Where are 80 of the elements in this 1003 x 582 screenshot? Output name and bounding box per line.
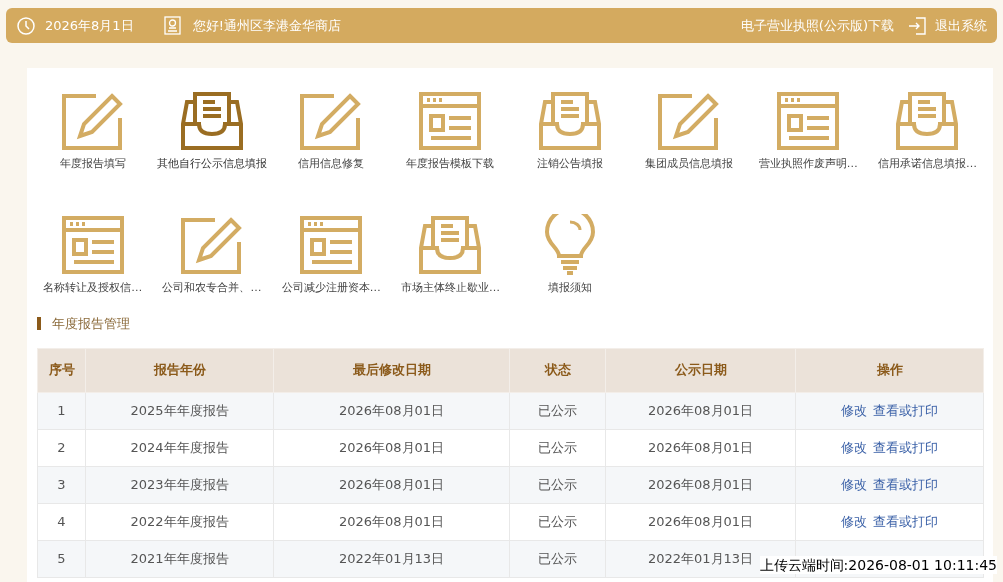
action-link[interactable]: 查看或打印: [873, 476, 938, 492]
shortcut-tile[interactable]: 营业执照作废声明…: [748, 90, 868, 194]
table-cell: 2026年08月01日: [273, 392, 510, 429]
upload-time-overlay: 上传云端时间:2026-08-01 10:11:45: [759, 556, 997, 574]
shortcut-tile[interactable]: 其他自行公示信息填报: [152, 90, 272, 194]
action-link[interactable]: 查看或打印: [873, 439, 938, 455]
action-link[interactable]: 修改: [841, 476, 867, 492]
table-cell: 2026年08月01日: [273, 429, 510, 466]
shortcut-label: 其他自行公示信息填报: [155, 156, 268, 171]
shortcut-tile[interactable]: 注销公告填报: [510, 90, 630, 194]
table-cell: 2023年年度报告: [85, 466, 274, 503]
table-cell: 已公示: [509, 466, 606, 503]
user-icon: [163, 16, 181, 35]
column-header: 报告年份: [85, 348, 274, 392]
action-link[interactable]: 查看或打印: [873, 402, 938, 418]
table-cell: 4: [37, 503, 86, 540]
column-header: 最后修改日期: [273, 348, 510, 392]
table-cell: 已公示: [509, 392, 606, 429]
table-cell: 3: [37, 466, 86, 503]
table-cell: 已公示: [509, 429, 606, 466]
table-cell: 2026年08月01日: [605, 429, 796, 466]
date-text: 2026年8月1日: [45, 16, 134, 35]
table-cell: 2025年年度报告: [85, 392, 274, 429]
table-cell: 2021年年度报告: [85, 540, 274, 577]
logout-icon[interactable]: [908, 16, 926, 35]
shortcut-label: 信用承诺信息填报…: [876, 156, 978, 171]
shortcut-tile[interactable]: 年度报告模板下载: [390, 90, 510, 194]
action-link[interactable]: 修改: [841, 513, 867, 529]
shortcut-label: 注销公告填报: [535, 156, 604, 171]
shortcut-label: 年度报告模板下载: [405, 156, 496, 171]
table-cell: 2026年08月01日: [605, 503, 796, 540]
column-header: 状态: [509, 348, 606, 392]
table-cell: 2026年08月01日: [273, 503, 510, 540]
web-page-icon: [298, 214, 365, 276]
table-cell: 已公示: [509, 503, 606, 540]
shortcut-label: 填报须知: [546, 280, 593, 295]
table-cell: 2026年08月01日: [273, 466, 510, 503]
section-marker: [37, 317, 41, 331]
shortcut-label: 公司和农专合并、…: [161, 280, 263, 295]
inbox-tray-icon: [536, 90, 603, 152]
inbox-tray-icon: [178, 90, 245, 152]
clock-icon: [16, 15, 36, 36]
action-link[interactable]: 查看或打印: [873, 513, 938, 529]
table-cell: 2026年08月01日: [605, 466, 796, 503]
table-cell: 2022年01月13日: [273, 540, 510, 577]
column-header: 操作: [795, 348, 984, 392]
table-cell: 2026年08月01日: [605, 392, 796, 429]
column-header: 公示日期: [605, 348, 796, 392]
shortcut-tile[interactable]: 信用信息修复: [271, 90, 391, 194]
shortcut-tile[interactable]: 信用承诺信息填报…: [867, 90, 987, 194]
shortcut-tile[interactable]: 市场主体终止歇业…: [390, 214, 510, 318]
shortcut-label: 信用信息修复: [297, 156, 366, 171]
table-cell: 2024年年度报告: [85, 429, 274, 466]
shortcut-label: 公司减少注册资本…: [280, 280, 382, 295]
table-cell: 已公示: [509, 540, 606, 577]
shortcut-label: 名称转让及授权信…: [42, 280, 144, 295]
table-cell: 2: [37, 429, 86, 466]
shortcut-tile[interactable]: 公司和农专合并、…: [152, 214, 272, 318]
shortcut-tile[interactable]: 集团成员信息填报: [629, 90, 749, 194]
inbox-tray-icon: [417, 214, 484, 276]
table-cell: 2022年年度报告: [85, 503, 274, 540]
shortcut-label: 市场主体终止歇业…: [399, 280, 501, 295]
table-cell: 1: [37, 392, 86, 429]
action-link[interactable]: 修改: [841, 439, 867, 455]
shortcut-tile[interactable]: 名称转让及授权信…: [33, 214, 153, 318]
section-title: 年度报告管理: [52, 315, 130, 333]
shortcut-tile[interactable]: 公司减少注册资本…: [271, 214, 391, 318]
shortcut-tile[interactable]: 年度报告填写: [33, 90, 153, 194]
web-page-icon: [59, 214, 126, 276]
web-page-icon: [417, 90, 484, 152]
table-cell: 5: [37, 540, 86, 577]
column-header: 序号: [37, 348, 86, 392]
shortcut-label: 年度报告填写: [58, 156, 127, 171]
inbox-tray-icon: [894, 90, 961, 152]
greeting-text: 您好!通州区李港金华商店: [192, 16, 341, 35]
shortcut-tile[interactable]: 填报须知: [510, 214, 630, 318]
action-link[interactable]: 修改: [841, 402, 867, 418]
shortcut-label: 集团成员信息填报: [643, 156, 734, 171]
shortcut-label: 营业执照作废声明…: [757, 156, 859, 171]
web-page-icon: [775, 90, 842, 152]
